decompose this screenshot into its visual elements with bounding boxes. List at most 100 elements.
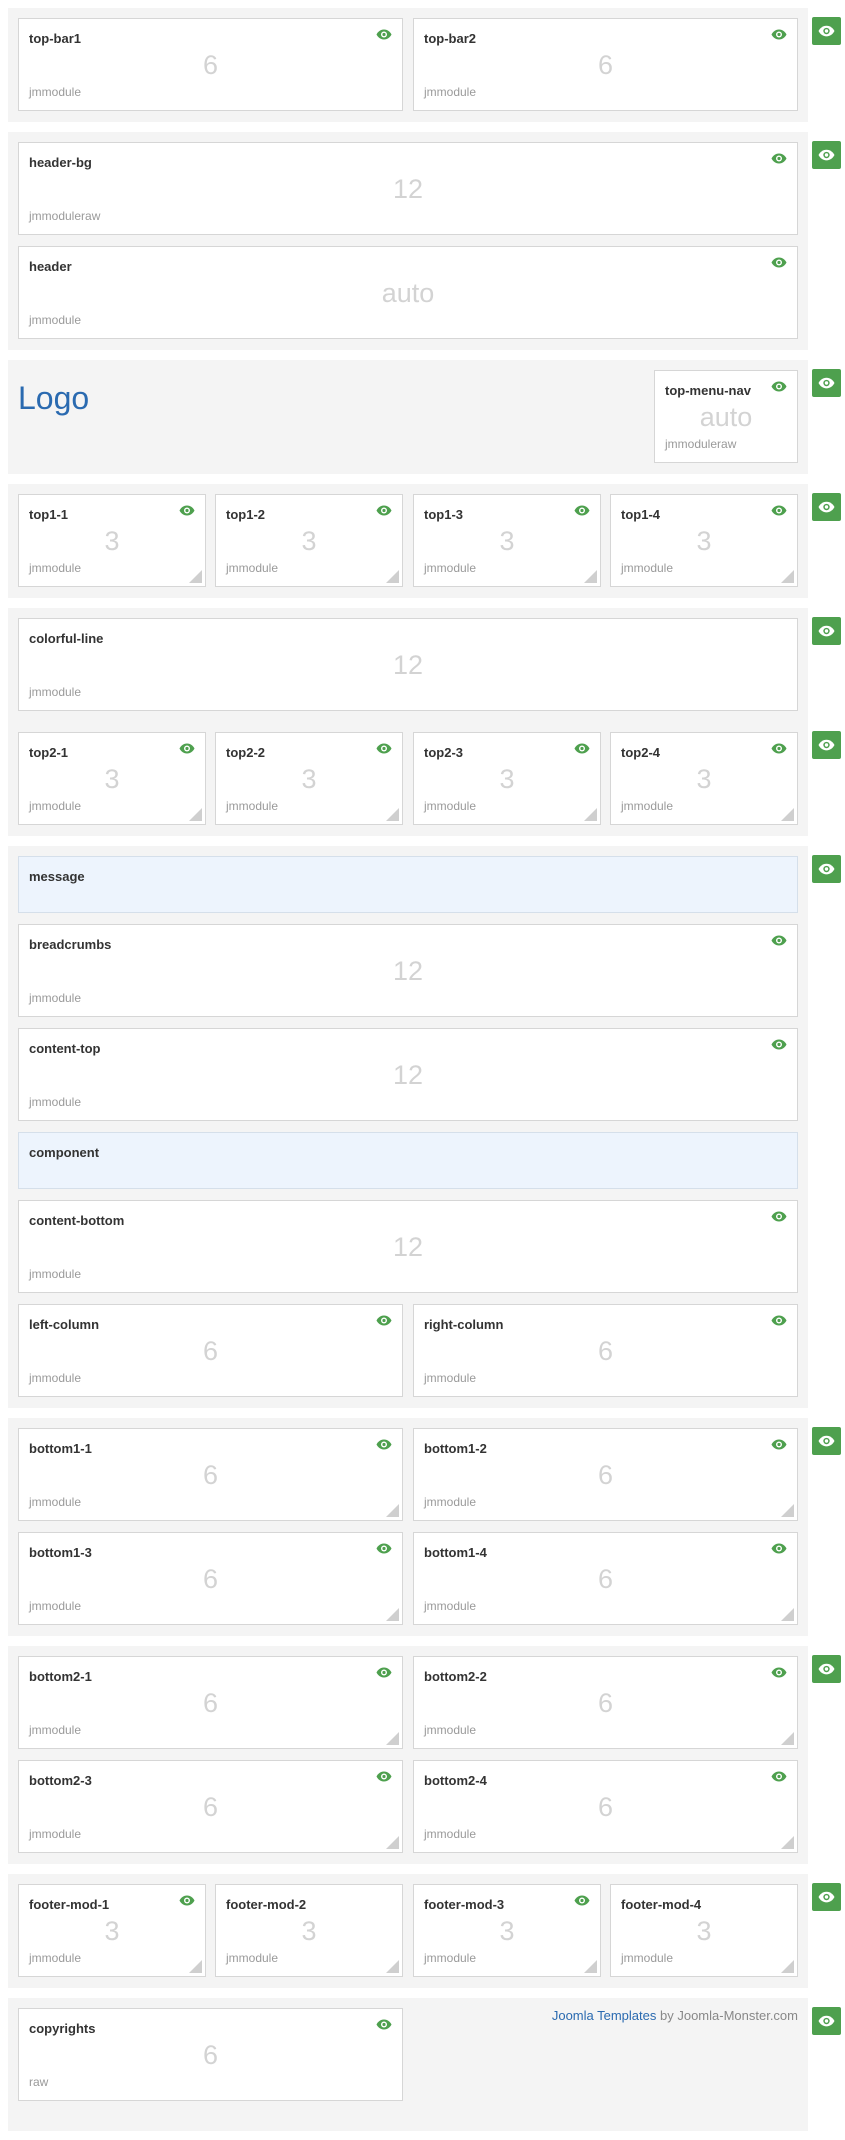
block-top2-3[interactable]: top2-3 3 jmmodule [413, 732, 601, 825]
resize-handle-icon[interactable] [781, 808, 794, 821]
eye-icon[interactable] [376, 29, 392, 40]
block-top1-4[interactable]: top1-4 3 jmmodule [610, 494, 798, 587]
block-footer-mod-1[interactable]: footer-mod-1 3 jmmodule [18, 1884, 206, 1977]
resize-handle-icon[interactable] [781, 1608, 794, 1621]
section-visibility-toggle[interactable] [812, 493, 841, 521]
section-top-bar: top-bar1 6 jmmodule top-bar2 6 jmmodule [8, 8, 808, 122]
block-bottom1-1[interactable]: bottom1-1 6 jmmodule [18, 1428, 403, 1521]
section-visibility-toggle[interactable] [812, 1883, 841, 1911]
block-footer-mod-2[interactable]: footer-mod-2 3 jmmodule [215, 1884, 403, 1977]
block-copyrights[interactable]: copyrights 6 raw [18, 2008, 403, 2101]
block-bottom2-4[interactable]: bottom2-4 6 jmmodule [413, 1760, 798, 1853]
block-breadcrumbs[interactable]: breadcrumbs 12 jmmodule [18, 924, 798, 1017]
block-bottom2-3[interactable]: bottom2-3 6 jmmodule [18, 1760, 403, 1853]
block-content-bottom[interactable]: content-bottom 12 jmmodule [18, 1200, 798, 1293]
section-logo: Logo top-menu-nav auto jmmoduleraw [8, 360, 808, 474]
eye-icon[interactable] [771, 743, 787, 754]
resize-handle-icon[interactable] [781, 1732, 794, 1745]
block-top2-2[interactable]: top2-2 3 jmmodule [215, 732, 403, 825]
resize-handle-icon[interactable] [386, 808, 399, 821]
eye-icon[interactable] [376, 1771, 392, 1782]
section-visibility-toggle[interactable] [812, 731, 841, 759]
resize-handle-icon[interactable] [781, 1836, 794, 1849]
eye-icon[interactable] [574, 505, 590, 516]
eye-icon[interactable] [376, 505, 392, 516]
resize-handle-icon[interactable] [781, 1960, 794, 1973]
resize-handle-icon[interactable] [189, 570, 202, 583]
block-top1-3[interactable]: top1-3 3 jmmodule [413, 494, 601, 587]
eye-icon[interactable] [771, 381, 787, 392]
eye-icon[interactable] [376, 2019, 392, 2030]
eye-icon[interactable] [771, 1667, 787, 1678]
eye-icon[interactable] [376, 1543, 392, 1554]
block-name: bottom2-2 [424, 1669, 487, 1684]
block-span: 3 [696, 764, 712, 794]
block-header-bg[interactable]: header-bg 12 jmmoduleraw [18, 142, 798, 235]
block-header[interactable]: header auto jmmodule [18, 246, 798, 339]
block-top-menu-nav[interactable]: top-menu-nav auto jmmoduleraw [654, 370, 798, 463]
block-top1-1[interactable]: top1-1 3 jmmodule [18, 494, 206, 587]
eye-icon [818, 149, 835, 161]
block-right-column[interactable]: right-column 6 jmmodule [413, 1304, 798, 1397]
eye-icon[interactable] [771, 1543, 787, 1554]
eye-icon[interactable] [771, 1211, 787, 1222]
block-footer-mod-3[interactable]: footer-mod-3 3 jmmodule [413, 1884, 601, 1977]
resize-handle-icon[interactable] [386, 1504, 399, 1517]
block-top2-1[interactable]: top2-1 3 jmmodule [18, 732, 206, 825]
section-bottom1: bottom1-1 6 jmmodule bottom1-2 6 jmmodul… [8, 1418, 808, 1636]
block-bottom2-2[interactable]: bottom2-2 6 jmmodule [413, 1656, 798, 1749]
eye-icon[interactable] [376, 1315, 392, 1326]
eye-icon[interactable] [771, 1039, 787, 1050]
eye-icon[interactable] [771, 29, 787, 40]
eye-icon[interactable] [771, 1315, 787, 1326]
section-visibility-toggle[interactable] [812, 617, 841, 645]
eye-icon[interactable] [376, 743, 392, 754]
block-top-bar1[interactable]: top-bar1 6 jmmodule [18, 18, 403, 111]
eye-icon[interactable] [574, 743, 590, 754]
eye-icon[interactable] [771, 1439, 787, 1450]
section-visibility-toggle[interactable] [812, 855, 841, 883]
section-visibility-toggle[interactable] [812, 369, 841, 397]
resize-handle-icon[interactable] [781, 570, 794, 583]
resize-handle-icon[interactable] [386, 1732, 399, 1745]
eye-icon[interactable] [771, 1771, 787, 1782]
joomla-templates-link[interactable]: Joomla Templates [552, 2008, 657, 2023]
section-visibility-toggle[interactable] [812, 141, 841, 169]
eye-icon[interactable] [179, 505, 195, 516]
eye-icon[interactable] [179, 1895, 195, 1906]
resize-handle-icon[interactable] [781, 1504, 794, 1517]
block-top-bar2[interactable]: top-bar2 6 jmmodule [413, 18, 798, 111]
block-top1-2[interactable]: top1-2 3 jmmodule [215, 494, 403, 587]
eye-icon[interactable] [179, 743, 195, 754]
block-colorful-line[interactable]: colorful-line 12 jmmodule [18, 618, 798, 711]
resize-handle-icon[interactable] [584, 1960, 597, 1973]
resize-handle-icon[interactable] [386, 1608, 399, 1621]
section-visibility-toggle[interactable] [812, 1655, 841, 1683]
block-left-column[interactable]: left-column 6 jmmodule [18, 1304, 403, 1397]
section-visibility-toggle[interactable] [812, 1427, 841, 1455]
eye-icon[interactable] [376, 1439, 392, 1450]
resize-handle-icon[interactable] [189, 1960, 202, 1973]
eye-icon[interactable] [771, 257, 787, 268]
block-bottom2-1[interactable]: bottom2-1 6 jmmodule [18, 1656, 403, 1749]
resize-handle-icon[interactable] [584, 808, 597, 821]
resize-handle-icon[interactable] [584, 570, 597, 583]
block-bottom1-3[interactable]: bottom1-3 6 jmmodule [18, 1532, 403, 1625]
eye-icon[interactable] [574, 1895, 590, 1906]
resize-handle-icon[interactable] [386, 1960, 399, 1973]
eye-icon[interactable] [771, 153, 787, 164]
block-span: 6 [202, 1564, 219, 1594]
resize-handle-icon[interactable] [386, 570, 399, 583]
eye-icon[interactable] [771, 505, 787, 516]
block-footer-mod-4[interactable]: footer-mod-4 3 jmmodule [610, 1884, 798, 1977]
section-visibility-toggle[interactable] [812, 2007, 841, 2035]
block-content-top[interactable]: content-top 12 jmmodule [18, 1028, 798, 1121]
section-visibility-toggle[interactable] [812, 17, 841, 45]
eye-icon[interactable] [376, 1667, 392, 1678]
resize-handle-icon[interactable] [386, 1836, 399, 1849]
resize-handle-icon[interactable] [189, 808, 202, 821]
block-bottom1-4[interactable]: bottom1-4 6 jmmodule [413, 1532, 798, 1625]
eye-icon[interactable] [771, 935, 787, 946]
block-top2-4[interactable]: top2-4 3 jmmodule [610, 732, 798, 825]
block-bottom1-2[interactable]: bottom1-2 6 jmmodule [413, 1428, 798, 1521]
